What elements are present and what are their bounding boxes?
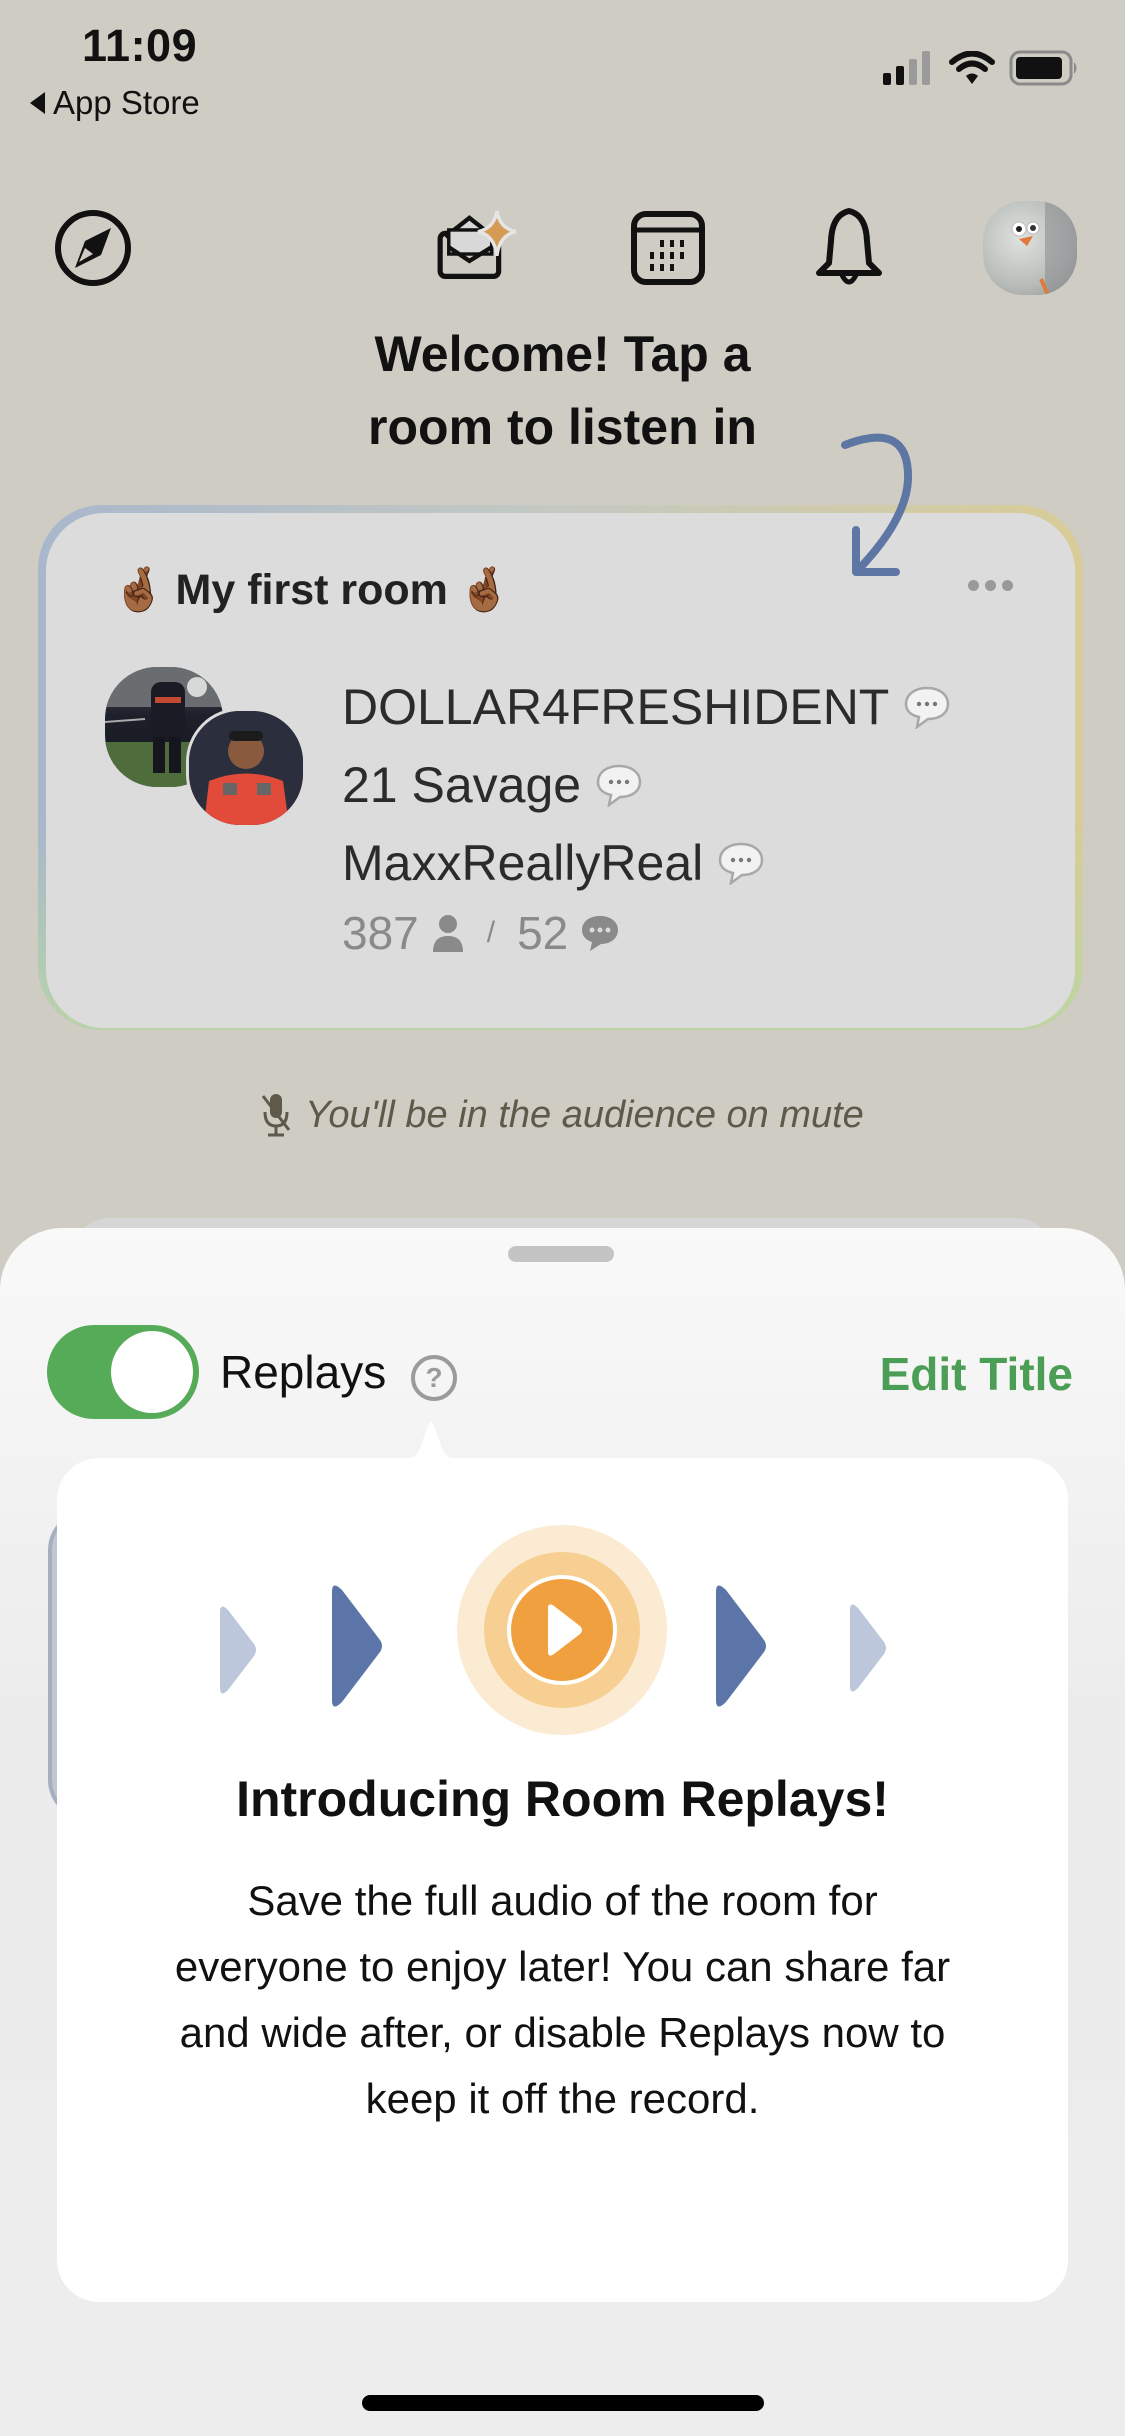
popover-tip <box>396 1422 466 1462</box>
room-stats: 387 / 52 <box>342 906 620 960</box>
dot <box>985 580 996 591</box>
edit-title-button[interactable]: Edit Title <box>880 1347 1073 1401</box>
bird-avatar-image <box>1011 201 1077 295</box>
chat-bubble-icon <box>582 916 619 951</box>
speech-bubble-icon <box>718 842 764 885</box>
welcome-line-2: room to listen in <box>368 399 757 455</box>
play-arrow-faint-left <box>220 1606 256 1694</box>
room-title: 🤞🏾 My first room 🤞🏾 <box>112 565 511 615</box>
mute-note: You'll be in the audience on mute <box>0 1092 1125 1138</box>
invite-button[interactable] <box>435 205 521 291</box>
bell-icon <box>816 208 882 285</box>
mute-note-text: You'll be in the audience on mute <box>305 1093 864 1136</box>
back-label: App Store <box>53 84 200 121</box>
room-title-text: My first room <box>175 565 448 614</box>
speech-bubble-icon <box>905 686 950 729</box>
back-to-app-store[interactable]: App Store <box>30 84 200 122</box>
play-arrow-faint-right <box>850 1604 886 1692</box>
replay-illustration <box>220 1525 886 1735</box>
crossed-fingers-emoji: 🤞🏾 <box>457 566 512 614</box>
status-time: 11:09 <box>82 20 198 71</box>
replays-toggle[interactable] <box>47 1325 199 1419</box>
speech-bubble-icon <box>596 764 642 807</box>
curved-arrow-icon <box>841 433 913 576</box>
welcome-line-1: Welcome! Tap a <box>374 326 751 382</box>
invite-envelope-sparkle-icon <box>437 210 517 279</box>
play-arrow-right <box>716 1585 766 1707</box>
calendar-button[interactable] <box>625 205 711 291</box>
person-icon <box>432 915 463 952</box>
toggle-knob <box>111 1331 193 1413</box>
room-more-button[interactable] <box>968 580 1013 591</box>
back-triangle-icon <box>30 92 45 114</box>
sheet-grabber[interactable] <box>508 1246 614 1262</box>
speaker-row[interactable]: DOLLAR4FRESHIDENT <box>342 668 951 746</box>
dot <box>1002 580 1013 591</box>
profile-avatar[interactable] <box>983 201 1077 295</box>
speaker-row[interactable]: MaxxReallyReal <box>342 824 951 902</box>
battery-icon <box>1009 50 1077 86</box>
speaker-name: MaxxReallyReal <box>342 835 704 891</box>
help-icon[interactable]: ? <box>411 1355 457 1401</box>
speaker-avatar-2 <box>186 708 306 828</box>
speaker-list: DOLLAR4FRESHIDENT 21 Savage MaxxReallyRe… <box>342 668 951 902</box>
popover-title: Introducing Room Replays! <box>236 1771 889 1827</box>
explore-button[interactable] <box>50 205 136 291</box>
mic-off-icon <box>261 1094 291 1137</box>
speaker-count: 52 <box>517 907 569 959</box>
crossed-fingers-emoji: 🤞🏾 <box>112 566 166 614</box>
compass-icon <box>55 210 131 286</box>
speaker-name: DOLLAR4FRESHIDENT <box>342 679 890 735</box>
play-arrow-left <box>332 1585 382 1707</box>
signal-icon <box>883 51 930 85</box>
status-icons <box>881 50 1081 86</box>
notifications-button[interactable] <box>806 205 892 291</box>
replays-label: Replays <box>220 1346 387 1398</box>
calendar-icon <box>631 211 705 285</box>
speaker-row[interactable]: 21 Savage <box>342 746 951 824</box>
popover-body: Save the full audio of the room for ever… <box>174 1877 951 2122</box>
wifi-icon <box>949 51 995 84</box>
dot <box>968 580 979 591</box>
listener-count: 387 <box>342 907 419 959</box>
welcome-message: Welcome! Tap a room to listen in <box>0 318 1125 464</box>
stats-separator: / <box>486 916 496 949</box>
speaker-name: 21 Savage <box>342 757 582 813</box>
speaker-photo-2 <box>189 711 303 825</box>
home-indicator[interactable] <box>362 2395 764 2411</box>
